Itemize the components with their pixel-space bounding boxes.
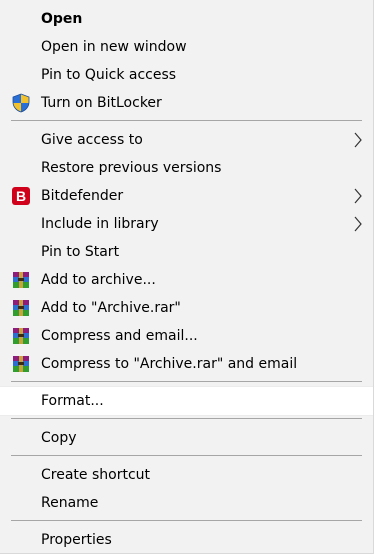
- menu-item-label: Rename: [41, 495, 99, 511]
- menu-item-open[interactable]: Open: [0, 5, 373, 33]
- menu-item-add-to-archive-rar[interactable]: Add to "Archive.rar": [0, 294, 373, 322]
- menu-item-format[interactable]: Format...: [0, 386, 373, 416]
- svg-text:B: B: [16, 188, 26, 204]
- bitdefender-icon: B: [12, 187, 30, 205]
- menu-item-label: Compress and email...: [41, 328, 198, 344]
- chevron-right-icon: [354, 216, 362, 232]
- menu-item-include-in-library[interactable]: Include in library: [0, 210, 373, 238]
- winrar-icon: [13, 328, 29, 344]
- menu-item-label: Add to "Archive.rar": [41, 300, 181, 316]
- winrar-icon: [13, 356, 29, 372]
- menu-item-compress-and-email[interactable]: Compress and email...: [0, 322, 373, 350]
- menu-item-label: Create shortcut: [41, 467, 151, 483]
- menu-item-rename[interactable]: Rename: [0, 489, 373, 517]
- menu-item-label: Open: [41, 11, 83, 27]
- menu-item-copy[interactable]: Copy: [0, 424, 373, 452]
- menu-item-pin-to-start[interactable]: Pin to Start: [0, 238, 373, 266]
- menu-item-label: Give access to: [41, 132, 143, 148]
- menu-item-label: Pin to Start: [41, 244, 120, 260]
- menu-separator: [11, 455, 362, 456]
- shield-icon: [12, 93, 30, 113]
- menu-item-label: Compress to "Archive.rar" and email: [41, 356, 298, 372]
- menu-item-pin-to-quick-access[interactable]: Pin to Quick access: [0, 61, 373, 89]
- menu-item-label: Restore previous versions: [41, 160, 222, 176]
- menu-item-bitdefender[interactable]: B Bitdefender: [0, 182, 373, 210]
- menu-item-label: Turn on BitLocker: [41, 95, 162, 111]
- menu-separator: [11, 520, 362, 521]
- menu-item-label: Copy: [41, 430, 77, 446]
- menu-item-create-shortcut[interactable]: Create shortcut: [0, 461, 373, 489]
- menu-item-open-in-new-window[interactable]: Open in new window: [0, 33, 373, 61]
- chevron-right-icon: [354, 132, 362, 148]
- menu-item-label: Format...: [41, 393, 104, 409]
- menu-item-add-to-archive[interactable]: Add to archive...: [0, 266, 373, 294]
- menu-item-turn-on-bitlocker[interactable]: Turn on BitLocker: [0, 89, 373, 117]
- menu-item-label: Include in library: [41, 216, 159, 232]
- menu-item-compress-to-archive-rar-and-email[interactable]: Compress to "Archive.rar" and email: [0, 350, 373, 378]
- menu-separator: [11, 120, 362, 121]
- winrar-icon: [13, 300, 29, 316]
- menu-item-label: Add to archive...: [41, 272, 156, 288]
- menu-item-give-access-to[interactable]: Give access to: [0, 126, 373, 154]
- menu-separator: [11, 418, 362, 419]
- context-menu: Open Open in new window Pin to Quick acc…: [0, 0, 374, 554]
- winrar-icon: [13, 272, 29, 288]
- menu-item-label: Pin to Quick access: [41, 67, 177, 83]
- menu-item-label: Properties: [41, 532, 112, 548]
- menu-item-label: Bitdefender: [41, 188, 124, 204]
- chevron-right-icon: [354, 188, 362, 204]
- menu-item-restore-previous-versions[interactable]: Restore previous versions: [0, 154, 373, 182]
- menu-item-label: Open in new window: [41, 39, 187, 55]
- menu-item-properties[interactable]: Properties: [0, 526, 373, 554]
- menu-separator: [11, 381, 362, 382]
